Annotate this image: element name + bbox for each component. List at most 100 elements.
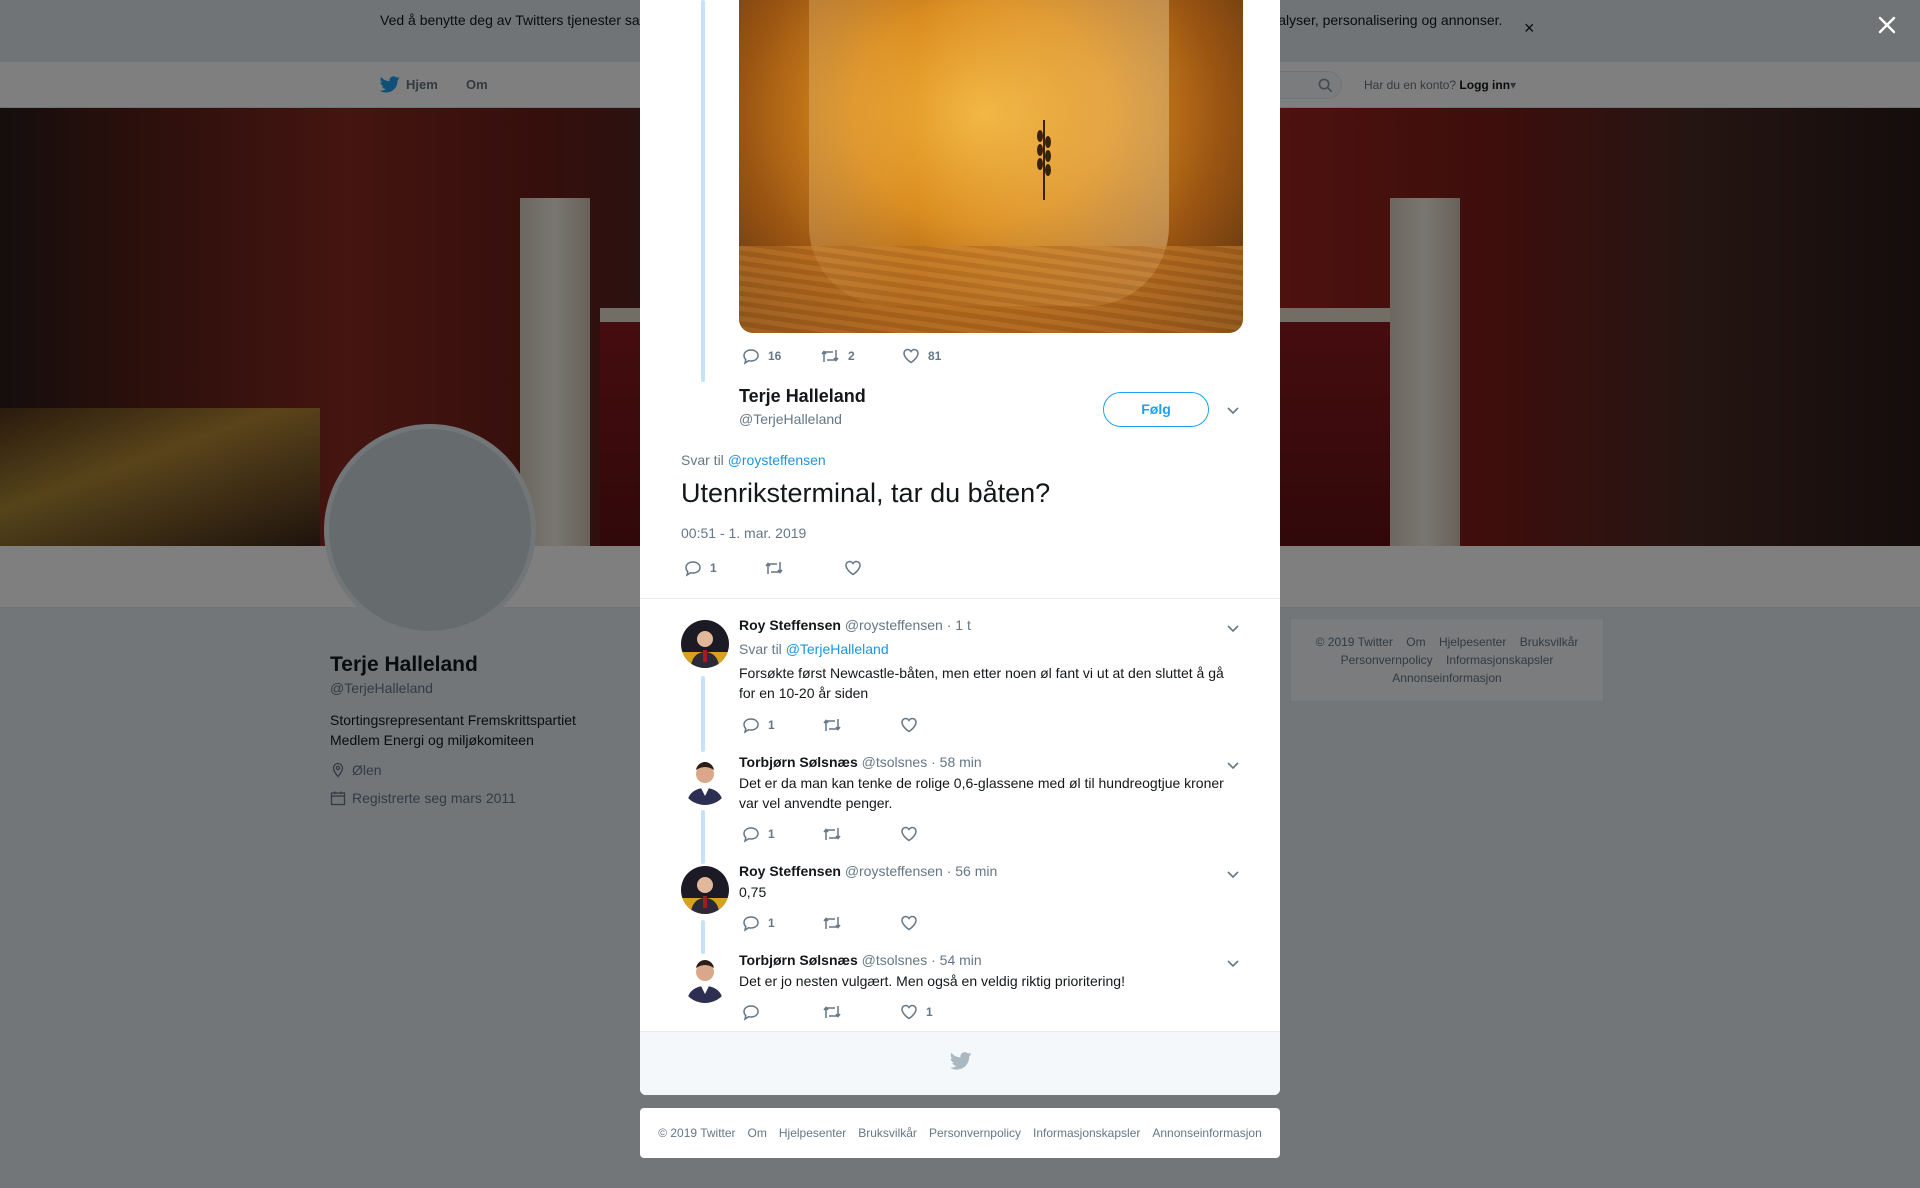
like-count: 81 [928, 349, 942, 363]
retweet-icon [823, 917, 841, 929]
reply-text: Det er jo nesten vulgært. Men også en ve… [739, 973, 1125, 989]
reply-header: Torbjørn Sølsnæs @tsolsnes · 54 min [739, 952, 982, 968]
heart-icon [903, 348, 919, 364]
modal-bottom-footer: © 2019 Twitter Om Hjelpesenter Bruksvilk… [640, 1108, 1280, 1158]
reply-time[interactable]: · 1 t [947, 617, 971, 633]
reply-icon [685, 561, 701, 577]
author-name[interactable]: Roy Steffensen [739, 863, 841, 879]
person-avatar-icon [681, 866, 729, 914]
retweet-icon [823, 828, 841, 840]
footer-link[interactable]: Annonseinformasjon [1152, 1126, 1261, 1140]
like-count: 1 [926, 1005, 933, 1019]
retweet-icon [823, 719, 841, 731]
follow-button[interactable]: Følg [1103, 392, 1209, 427]
heart-icon [845, 560, 861, 576]
chevron-down-icon[interactable] [1226, 758, 1240, 772]
footer-link[interactable]: Personvernpolicy [929, 1126, 1021, 1140]
reply-actions: 1 [742, 1003, 933, 1021]
thread-connector-line [701, 920, 705, 954]
author-name[interactable]: Torbjørn Sølsnæs [739, 754, 858, 770]
like-button[interactable]: 81 [902, 347, 941, 365]
footer-link[interactable]: Informasjonskapsler [1033, 1126, 1140, 1140]
like-button[interactable] [900, 825, 926, 843]
like-button[interactable] [844, 559, 870, 577]
author-handle[interactable]: @tsolsnes [862, 754, 928, 770]
reply-header: Roy Steffensen @roysteffensen · 56 min [739, 863, 997, 879]
main-tweet-actions: 1 [684, 559, 870, 577]
author-name[interactable]: Torbjørn Sølsnæs [739, 952, 858, 968]
main-tweet-author[interactable]: Terje Halleland @TerjeHalleland [739, 386, 866, 427]
chevron-down-icon[interactable] [1226, 956, 1240, 970]
chevron-down-icon[interactable] [1226, 621, 1240, 635]
reply-header: Torbjørn Sølsnæs @tsolsnes · 58 min [739, 754, 982, 770]
reply-text: 0,75 [739, 884, 767, 900]
reply-button[interactable]: 1 [742, 825, 822, 843]
retweet-button[interactable] [822, 825, 900, 843]
reply-to-mention[interactable]: @TerjeHalleland [786, 641, 889, 657]
author-handle[interactable]: @roysteffensen [845, 617, 943, 633]
reply-button[interactable]: 16 [742, 347, 820, 365]
reply-count: 1 [710, 561, 717, 575]
reply-button[interactable] [742, 1003, 822, 1021]
person-avatar-icon [681, 757, 729, 805]
retweet-count: 2 [848, 349, 855, 363]
footer-link[interactable]: Hjelpesenter [779, 1126, 846, 1140]
like-button[interactable]: 1 [900, 1003, 933, 1021]
reply-count: 16 [768, 349, 782, 363]
person-avatar-icon [681, 955, 729, 1003]
like-button[interactable] [900, 914, 926, 932]
author-handle[interactable]: @tsolsnes [862, 952, 928, 968]
author-name[interactable]: Roy Steffensen [739, 617, 841, 633]
reply-actions: 1 [742, 825, 926, 843]
reply-time[interactable]: · 54 min [931, 952, 982, 968]
reply-time[interactable]: · 56 min [947, 863, 998, 879]
retweet-button[interactable] [822, 914, 900, 932]
author-handle: @TerjeHalleland [739, 411, 842, 427]
thread-connector-line [701, 810, 705, 864]
reply-button[interactable]: 1 [742, 716, 822, 734]
reply-button[interactable]: 1 [684, 559, 764, 577]
wheat-icon [1037, 120, 1051, 200]
footer-link[interactable]: © 2019 Twitter [658, 1126, 735, 1140]
reply-text: Forsøkte først Newcastle-båten, men ette… [739, 665, 1224, 701]
footer-link[interactable]: Bruksvilkår [858, 1126, 917, 1140]
heart-icon [901, 1004, 917, 1020]
replying-to: Svar til @roysteffensen [681, 452, 826, 468]
avatar[interactable] [681, 955, 729, 1003]
chevron-down-icon[interactable] [1226, 867, 1240, 881]
reply-button[interactable]: 1 [742, 914, 822, 932]
retweet-icon [823, 1006, 841, 1018]
avatar[interactable] [681, 757, 729, 805]
like-button[interactable] [900, 716, 926, 734]
retweet-button[interactable] [764, 559, 844, 577]
parent-tweet-actions: 16 2 81 [742, 347, 941, 365]
avatar[interactable] [681, 620, 729, 668]
heart-icon [901, 826, 917, 842]
author-name[interactable]: Terje Halleland [739, 386, 866, 407]
heart-icon [901, 717, 917, 733]
reply-icon [743, 349, 759, 365]
photo-table-shape [739, 246, 1243, 333]
reply-time[interactable]: · 58 min [931, 754, 982, 770]
reply-count: 1 [768, 827, 775, 841]
chevron-down-icon[interactable] [1226, 403, 1240, 417]
person-avatar-icon [681, 620, 729, 668]
tweet-permalink-modal: 16 2 81 Terje Halleland @TerjeHalleland … [640, 0, 1280, 1095]
replying-to: Svar til @TerjeHalleland [739, 641, 889, 657]
reply-to-mention[interactable]: @roysteffensen [728, 452, 826, 468]
retweet-button[interactable] [822, 716, 900, 734]
author-handle[interactable]: @roysteffensen [845, 863, 943, 879]
tweet-timestamp[interactable]: 00:51 - 1. mar. 2019 [681, 525, 806, 541]
divider [640, 598, 1280, 599]
close-icon[interactable] [1872, 10, 1902, 40]
thread-connector-line [701, 0, 705, 382]
heart-icon [901, 915, 917, 931]
retweet-button[interactable] [822, 1003, 900, 1021]
reply-header: Roy Steffensen @roysteffensen · 1 t [739, 617, 971, 633]
retweet-icon [821, 350, 839, 362]
tweet-photo[interactable] [739, 0, 1243, 333]
footer-link[interactable]: Om [748, 1126, 767, 1140]
retweet-button[interactable]: 2 [820, 347, 902, 365]
avatar[interactable] [681, 866, 729, 914]
twitter-bird-icon [950, 1052, 972, 1070]
